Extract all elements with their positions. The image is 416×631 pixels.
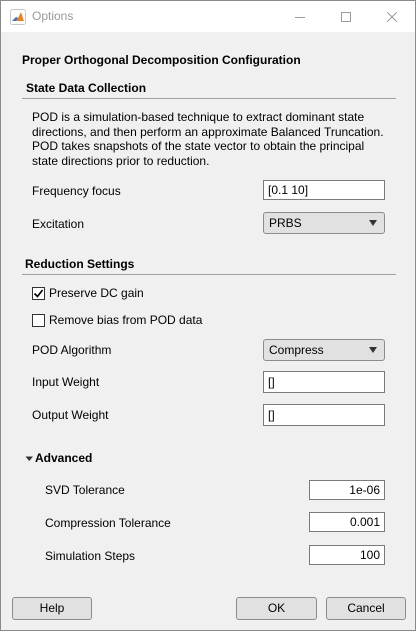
maximize-button[interactable] [323,1,369,32]
ok-button[interactable]: OK [236,597,317,620]
compression-tolerance-field[interactable]: 0.001 [309,512,385,532]
frequency-focus-field[interactable]: [0.1 10] [263,180,385,200]
reduction-settings-divider [22,274,396,275]
pod-description: POD is a simulation-based technique to e… [32,110,384,168]
options-dialog: Options Proper Orthogonal Decomposition … [0,0,416,631]
simulation-steps-field[interactable]: 100 [309,545,385,565]
help-button[interactable]: Help [12,597,92,620]
preserve-dc-checkbox[interactable] [32,287,45,300]
title-bar: Options [1,1,415,32]
pod-algorithm-value: Compress [269,343,324,357]
pod-algorithm-dropdown[interactable]: Compress [263,339,385,361]
input-weight-field[interactable]: [] [263,371,385,393]
pod-algorithm-label: POD Algorithm [32,343,112,357]
frequency-focus-label: Frequency focus [32,184,121,198]
reduction-settings-header: Reduction Settings [25,257,135,271]
excitation-value: PRBS [269,216,302,230]
remove-bias-checkbox[interactable] [32,314,45,327]
preserve-dc-label[interactable]: Preserve DC gain [49,286,144,300]
excitation-label: Excitation [32,217,85,231]
caret-down-icon [25,456,33,461]
state-data-header: State Data Collection [26,81,147,95]
close-icon [387,11,397,22]
maximize-icon [341,11,351,22]
state-data-divider [22,98,396,99]
window-title: Options [32,9,74,23]
close-button[interactable] [369,1,415,32]
dialog-content: Proper Orthogonal Decomposition Configur… [1,32,415,630]
matlab-icon [10,9,26,25]
excitation-dropdown[interactable]: PRBS [263,212,385,234]
advanced-header: Advanced [35,451,93,465]
chevron-down-icon [369,220,377,226]
page-title: Proper Orthogonal Decomposition Configur… [22,53,301,67]
checkmark-icon [33,289,44,298]
cancel-button[interactable]: Cancel [326,597,406,620]
simulation-steps-label: Simulation Steps [45,549,136,563]
output-weight-label: Output Weight [32,408,109,422]
remove-bias-label[interactable]: Remove bias from POD data [49,313,202,327]
minimize-button[interactable] [277,1,323,32]
compression-tolerance-label: Compression Tolerance [45,516,171,530]
svd-tolerance-label: SVD Tolerance [45,483,125,497]
minimize-icon [295,16,305,18]
chevron-down-icon [369,347,377,353]
svd-tolerance-field[interactable]: 1e-06 [309,480,385,500]
input-weight-label: Input Weight [32,375,100,389]
output-weight-field[interactable]: [] [263,404,385,426]
